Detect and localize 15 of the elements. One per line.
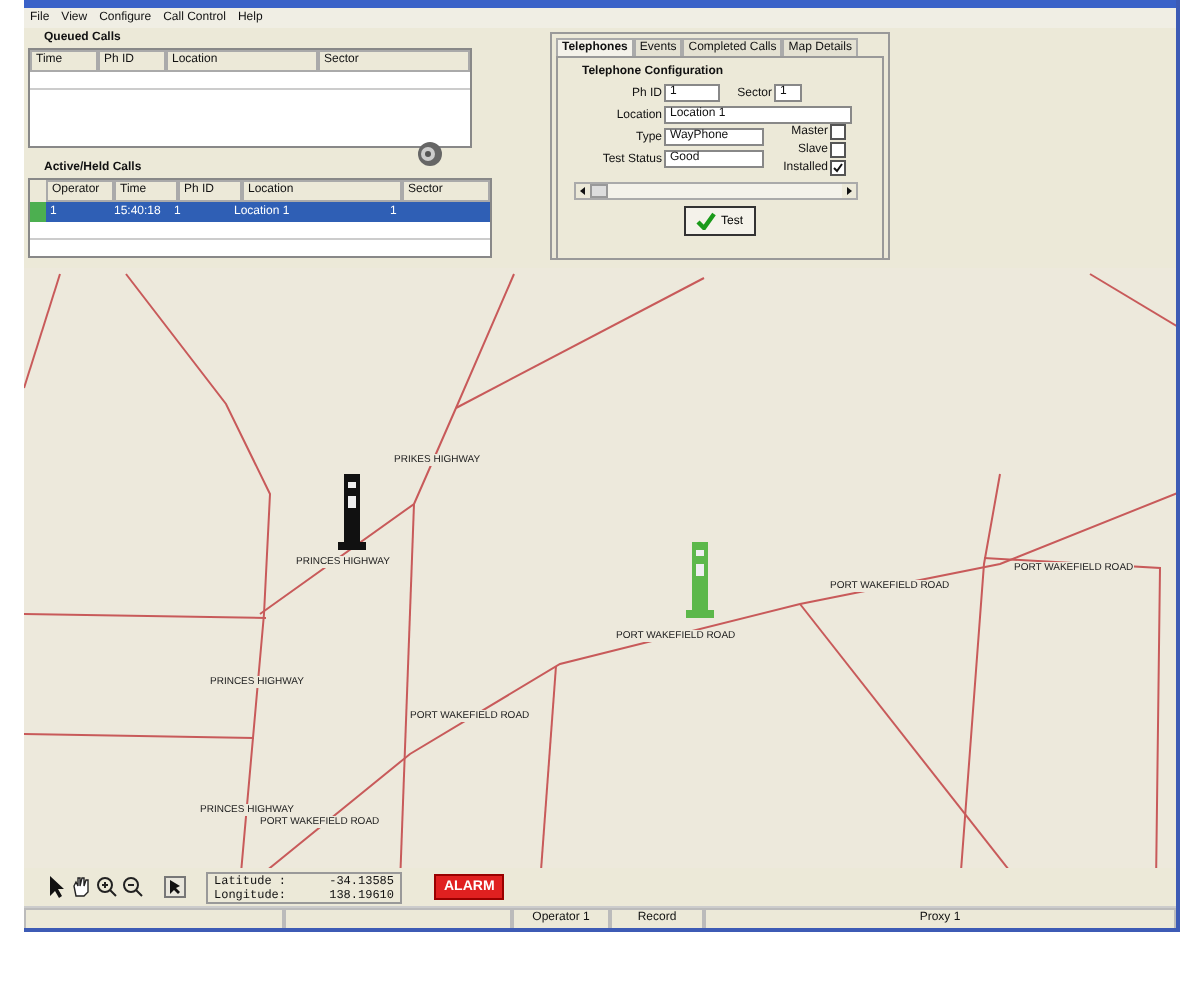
checkbox[interactable] [830,160,846,176]
scroll-right-icon[interactable] [842,184,856,198]
checkbox[interactable] [830,124,846,140]
hand-icon[interactable] [70,876,92,898]
zoom-in-icon[interactable] [96,876,118,898]
zoom-out-icon[interactable] [122,876,144,898]
horizontal-scrollbar[interactable] [574,182,858,200]
pointer-icon[interactable] [48,876,66,898]
phone-marker-icon[interactable] [684,542,716,618]
scroll-thumb[interactable] [590,184,608,198]
scroll-left-icon[interactable] [576,184,590,198]
checkbox[interactable] [830,142,846,158]
phone-marker-icon[interactable] [336,474,368,550]
checkmark-icon [696,212,717,230]
select-tool-icon[interactable] [164,876,186,898]
